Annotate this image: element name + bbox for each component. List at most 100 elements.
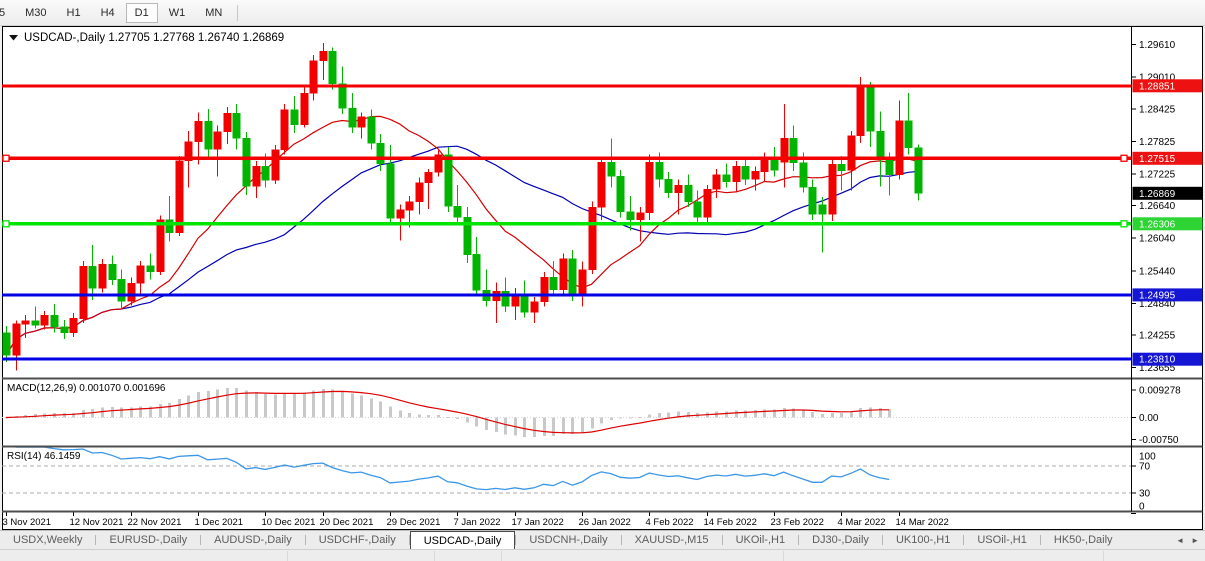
candle-body xyxy=(473,255,480,291)
candle-body xyxy=(761,159,768,172)
candle-body xyxy=(531,302,538,312)
macd-tick-label: 0.009278 xyxy=(1139,386,1181,397)
macd-bar xyxy=(235,388,238,418)
macd-bar xyxy=(456,418,459,420)
macd-bar xyxy=(293,394,296,418)
macd-bar xyxy=(533,418,536,438)
candle-body xyxy=(579,270,586,296)
candle-body xyxy=(128,283,135,301)
macd-bar xyxy=(427,415,430,417)
candle-body xyxy=(521,294,528,312)
date-tick-label: 4 Feb 2022 xyxy=(646,517,694,528)
macd-bar xyxy=(437,415,440,418)
macd-bar xyxy=(811,412,814,418)
tab-usoil-h1[interactable]: USOil-,H1 xyxy=(964,531,1040,549)
macd-bar xyxy=(101,408,104,418)
candle-body xyxy=(598,162,605,207)
price-badge-label: 1.23810 xyxy=(1139,355,1176,366)
macd-bar xyxy=(418,415,421,418)
timeframe-button-h1[interactable]: H1 xyxy=(58,3,90,23)
timeframe-button-5[interactable]: 5 xyxy=(0,3,14,23)
macd-bar xyxy=(255,392,258,418)
macd-bar xyxy=(629,418,632,419)
status-pane-divider xyxy=(501,551,502,561)
macd-bar xyxy=(648,414,651,417)
candle-body xyxy=(877,131,884,158)
chart-tabs-bar: USDX,WeeklyEURUSD-,DailyAUDUSD-,DailyUSD… xyxy=(0,530,1205,549)
mt4-window: 5M30H1H4D1W1MN USDCAD-,Daily 1.27705 1.2… xyxy=(0,0,1205,561)
candle-body xyxy=(637,213,644,220)
candle-body xyxy=(13,324,20,356)
macd-bar xyxy=(245,391,248,418)
tab-usdchf-daily[interactable]: USDCHF-,Daily xyxy=(306,531,409,549)
candle-body xyxy=(397,210,404,218)
candle-body xyxy=(608,162,615,176)
tab-usdcnh-daily[interactable]: USDCNH-,Daily xyxy=(516,531,620,549)
tab-scroll-left-icon[interactable]: ◄ xyxy=(1176,536,1184,545)
macd-bar xyxy=(610,418,613,420)
candle-body xyxy=(541,277,548,301)
tab-dj30-daily[interactable]: DJ30-,Daily xyxy=(799,531,882,549)
macd-bar xyxy=(303,393,306,418)
tab-usdx-weekly[interactable]: USDX,Weekly xyxy=(0,531,95,549)
candle-body xyxy=(704,189,711,217)
candle-body xyxy=(742,166,749,179)
timeframe-button-h4[interactable]: H4 xyxy=(92,3,124,23)
tab-ukoil-h1[interactable]: UKOil-,H1 xyxy=(723,531,799,549)
candle-body xyxy=(147,266,154,272)
macd-bar xyxy=(504,418,507,435)
macd-bar xyxy=(639,417,642,418)
line-handle[interactable] xyxy=(1121,221,1127,227)
chart-area[interactable]: USDCAD-,Daily 1.27705 1.27768 1.26740 1.… xyxy=(0,26,1205,530)
timeframe-button-w1[interactable]: W1 xyxy=(160,3,195,23)
tab-scroll-right-icon[interactable]: ► xyxy=(1191,536,1199,545)
candle-body xyxy=(829,165,836,215)
timeframe-toolbar: 5M30H1H4D1W1MN xyxy=(0,0,1205,26)
date-tick-label: 4 Mar 2022 xyxy=(838,517,886,528)
candle-body xyxy=(445,155,452,207)
timeframe-button-m30[interactable]: M30 xyxy=(16,3,55,23)
price-tick-label: 1.28425 xyxy=(1139,104,1176,115)
macd-bar xyxy=(379,402,382,418)
macd-bar xyxy=(600,418,603,424)
candle-body xyxy=(3,333,10,356)
line-handle[interactable] xyxy=(1121,155,1127,161)
candle-body xyxy=(22,321,29,324)
rsi-tick-label: 30 xyxy=(1139,489,1151,500)
status-bar xyxy=(0,549,1205,561)
price-tick-label: 1.29610 xyxy=(1139,40,1176,51)
candle-body xyxy=(867,85,874,131)
price-tick-label: 1.25440 xyxy=(1139,266,1176,277)
macd-bar xyxy=(562,418,565,434)
line-handle[interactable] xyxy=(3,155,9,161)
chart-frame xyxy=(3,27,1203,530)
candle-body xyxy=(377,143,384,164)
line-handle[interactable] xyxy=(3,221,9,227)
candle-body xyxy=(118,280,125,302)
timeframe-button-mn[interactable]: MN xyxy=(196,3,231,23)
macd-bar xyxy=(399,411,402,418)
macd-bar xyxy=(859,408,862,418)
macd-tick-label: 0.00 xyxy=(1139,413,1159,424)
date-tick-label: 14 Mar 2022 xyxy=(896,517,949,528)
macd-bar xyxy=(274,395,277,418)
macd-bar xyxy=(283,394,286,418)
candle-body xyxy=(109,264,116,279)
candle-body xyxy=(339,84,346,108)
macd-bar xyxy=(447,417,450,418)
macd-bar xyxy=(408,413,411,417)
date-tick-label: 14 Feb 2022 xyxy=(704,517,757,528)
candle-body xyxy=(589,207,596,269)
tab-hk50-daily[interactable]: HK50-,Daily xyxy=(1041,531,1126,549)
candle-body xyxy=(281,110,288,150)
tab-usdcad-daily[interactable]: USDCAD-,Daily xyxy=(410,531,516,549)
tab-audusd-daily[interactable]: AUDUSD-,Daily xyxy=(201,531,305,549)
macd-bar xyxy=(197,392,200,418)
tab-xauusd-m15[interactable]: XAUUSD-,M15 xyxy=(622,531,722,549)
candle-body xyxy=(857,85,864,135)
timeframe-button-d1[interactable]: D1 xyxy=(126,3,158,23)
tab-uk100-h1[interactable]: UK100-,H1 xyxy=(883,531,963,549)
candle-body xyxy=(243,139,250,187)
macd-bar xyxy=(667,412,670,417)
tab-eurusd-daily[interactable]: EURUSD-,Daily xyxy=(96,531,200,549)
